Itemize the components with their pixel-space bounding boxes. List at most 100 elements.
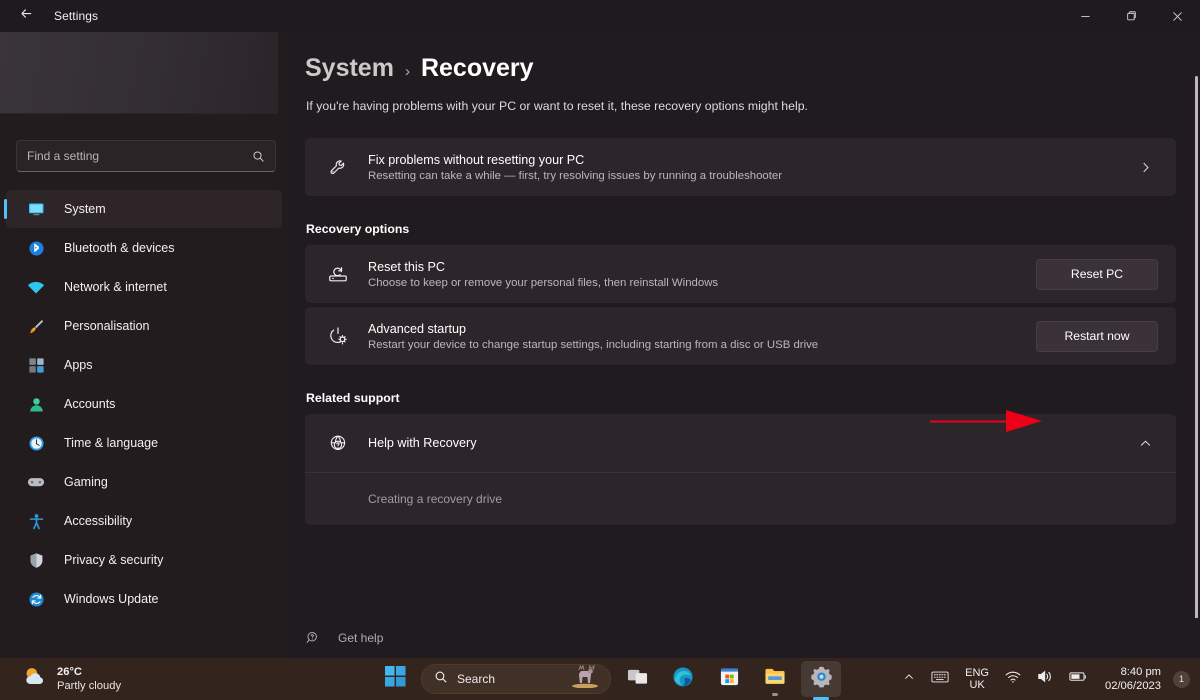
taskbar-center: Search	[375, 661, 841, 697]
system-tray: ENG UK	[898, 663, 1190, 696]
app-title: Settings	[54, 9, 98, 23]
maximize-button[interactable]	[1108, 0, 1154, 32]
sidebar-item-label: Windows Update	[64, 592, 159, 606]
taskbar: 26°C Partly cloudy Search	[0, 658, 1200, 700]
advanced-startup-title: Advanced startup	[368, 322, 1036, 336]
sidebar-item-personalisation[interactable]: Personalisation	[6, 307, 282, 345]
settings-gear-icon	[810, 665, 833, 693]
touch-keyboard-icon	[931, 670, 949, 689]
file-explorer-button[interactable]	[755, 661, 795, 697]
window-controls	[1062, 0, 1200, 32]
apps-icon	[24, 353, 48, 377]
task-view-icon	[627, 666, 648, 692]
update-icon	[24, 587, 48, 611]
fix-problems-card[interactable]: Fix problems without resetting your PC R…	[305, 138, 1176, 196]
sidebar-item-gaming[interactable]: Gaming	[6, 463, 282, 501]
reset-this-pc-subtitle: Choose to keep or remove your personal f…	[368, 277, 1036, 289]
clock-icon	[24, 431, 48, 455]
chevron-right-icon[interactable]	[1132, 161, 1158, 174]
breadcrumb-separator-icon: ›	[405, 63, 410, 80]
sidebar-item-label: Bluetooth & devices	[64, 241, 175, 255]
creating-recovery-drive-link[interactable]: Creating a recovery drive	[368, 492, 502, 506]
get-help-row[interactable]: Get help	[288, 618, 1200, 658]
related-support-heading: Related support	[306, 391, 1200, 405]
sidebar-item-label: Accounts	[64, 397, 115, 411]
shield-icon	[24, 548, 48, 572]
task-view-button[interactable]	[617, 661, 657, 697]
weather-temperature: 26°C	[57, 665, 121, 679]
help-with-recovery-header[interactable]: Help with Recovery	[305, 414, 1176, 472]
settings-button[interactable]	[801, 661, 841, 697]
settings-window: Settings	[0, 0, 1200, 658]
partly-cloudy-icon	[22, 665, 47, 693]
page-title: Recovery	[421, 54, 534, 83]
edge-button[interactable]	[663, 661, 703, 697]
get-help-icon	[305, 630, 321, 646]
sidebar-item-system[interactable]: System	[6, 190, 282, 228]
microsoft-store-button[interactable]	[709, 661, 749, 697]
sidebar-item-label: System	[64, 202, 106, 216]
close-button[interactable]	[1154, 0, 1200, 32]
network-button[interactable]	[1000, 666, 1026, 693]
taskbar-search-box[interactable]: Search	[421, 664, 611, 694]
sidebar-item-network-internet[interactable]: Network & internet	[6, 268, 282, 306]
bluetooth-icon	[24, 236, 48, 260]
minimize-button[interactable]	[1062, 0, 1108, 32]
taskbar-time: 8:40 pm	[1105, 665, 1161, 679]
back-button[interactable]	[8, 0, 44, 32]
start-button[interactable]	[375, 661, 415, 697]
sidebar-item-accounts[interactable]: Accounts	[6, 385, 282, 423]
search-icon	[434, 670, 448, 689]
help-with-recovery-title: Help with Recovery	[368, 436, 1132, 450]
content-scrollbar[interactable]	[1195, 76, 1198, 651]
language-line1: ENG	[965, 667, 989, 679]
volume-button[interactable]	[1032, 665, 1058, 693]
sidebar-item-time-language[interactable]: Time & language	[6, 424, 282, 462]
language-indicator[interactable]: ENG UK	[960, 663, 994, 696]
title-bar: Settings	[0, 0, 1200, 32]
notification-badge[interactable]: 1	[1173, 671, 1190, 688]
sidebar-search[interactable]	[16, 140, 276, 172]
main-content: System › Recovery If you're having probl…	[288, 32, 1200, 658]
sidebar-item-accessibility[interactable]: Accessibility	[6, 502, 282, 540]
clock-date-button[interactable]: 8:40 pm 02/06/2023	[1099, 663, 1167, 695]
advanced-startup-card: Advanced startup Restart your device to …	[305, 307, 1176, 365]
sidebar-item-label: Personalisation	[64, 319, 149, 333]
sidebar-item-bluetooth-devices[interactable]: Bluetooth & devices	[6, 229, 282, 267]
wifi-icon	[1005, 670, 1021, 689]
deer-illustration	[568, 664, 602, 693]
show-hidden-icons-icon	[903, 670, 915, 688]
sidebar-item-apps[interactable]: Apps	[6, 346, 282, 384]
battery-button[interactable]	[1064, 666, 1093, 692]
display-icon	[24, 197, 48, 221]
page-description: If you're having problems with your PC o…	[306, 99, 1200, 113]
wrench-icon	[323, 157, 353, 178]
sidebar-item-windows-update[interactable]: Windows Update	[6, 580, 282, 618]
restart-now-button[interactable]: Restart now	[1036, 321, 1158, 352]
sidebar-item-privacy-security[interactable]: Privacy & security	[6, 541, 282, 579]
show-hidden-icons-button[interactable]	[898, 666, 920, 692]
breadcrumb: System › Recovery	[305, 54, 1200, 83]
taskbar-date: 02/06/2023	[1105, 679, 1161, 693]
fix-problems-subtitle: Resetting can take a while — first, try …	[368, 170, 1132, 182]
taskbar-weather-widget[interactable]: 26°C Partly cloudy	[22, 665, 121, 693]
gamepad-icon	[24, 470, 48, 494]
reset-this-pc-title: Reset this PC	[368, 260, 1036, 274]
file-explorer-icon	[764, 666, 786, 692]
accessibility-icon	[24, 509, 48, 533]
search-input[interactable]	[27, 149, 252, 163]
touch-keyboard-button[interactable]	[926, 666, 954, 693]
breadcrumb-parent[interactable]: System	[305, 54, 394, 83]
user-profile-card[interactable]	[0, 32, 278, 114]
reset-pc-button[interactable]: Reset PC	[1036, 259, 1158, 290]
wifi-icon	[24, 275, 48, 299]
taskbar-search-label: Search	[457, 672, 495, 686]
reset-pc-icon	[323, 263, 353, 285]
running-indicator	[772, 693, 778, 696]
recovery-drive-link-row[interactable]: Creating a recovery drive	[305, 473, 1176, 525]
back-arrow-icon	[19, 6, 34, 26]
edge-icon	[672, 666, 694, 693]
chevron-up-icon[interactable]	[1132, 437, 1158, 450]
sidebar-item-label: Privacy & security	[64, 553, 163, 567]
sidebar-item-label: Gaming	[64, 475, 108, 489]
